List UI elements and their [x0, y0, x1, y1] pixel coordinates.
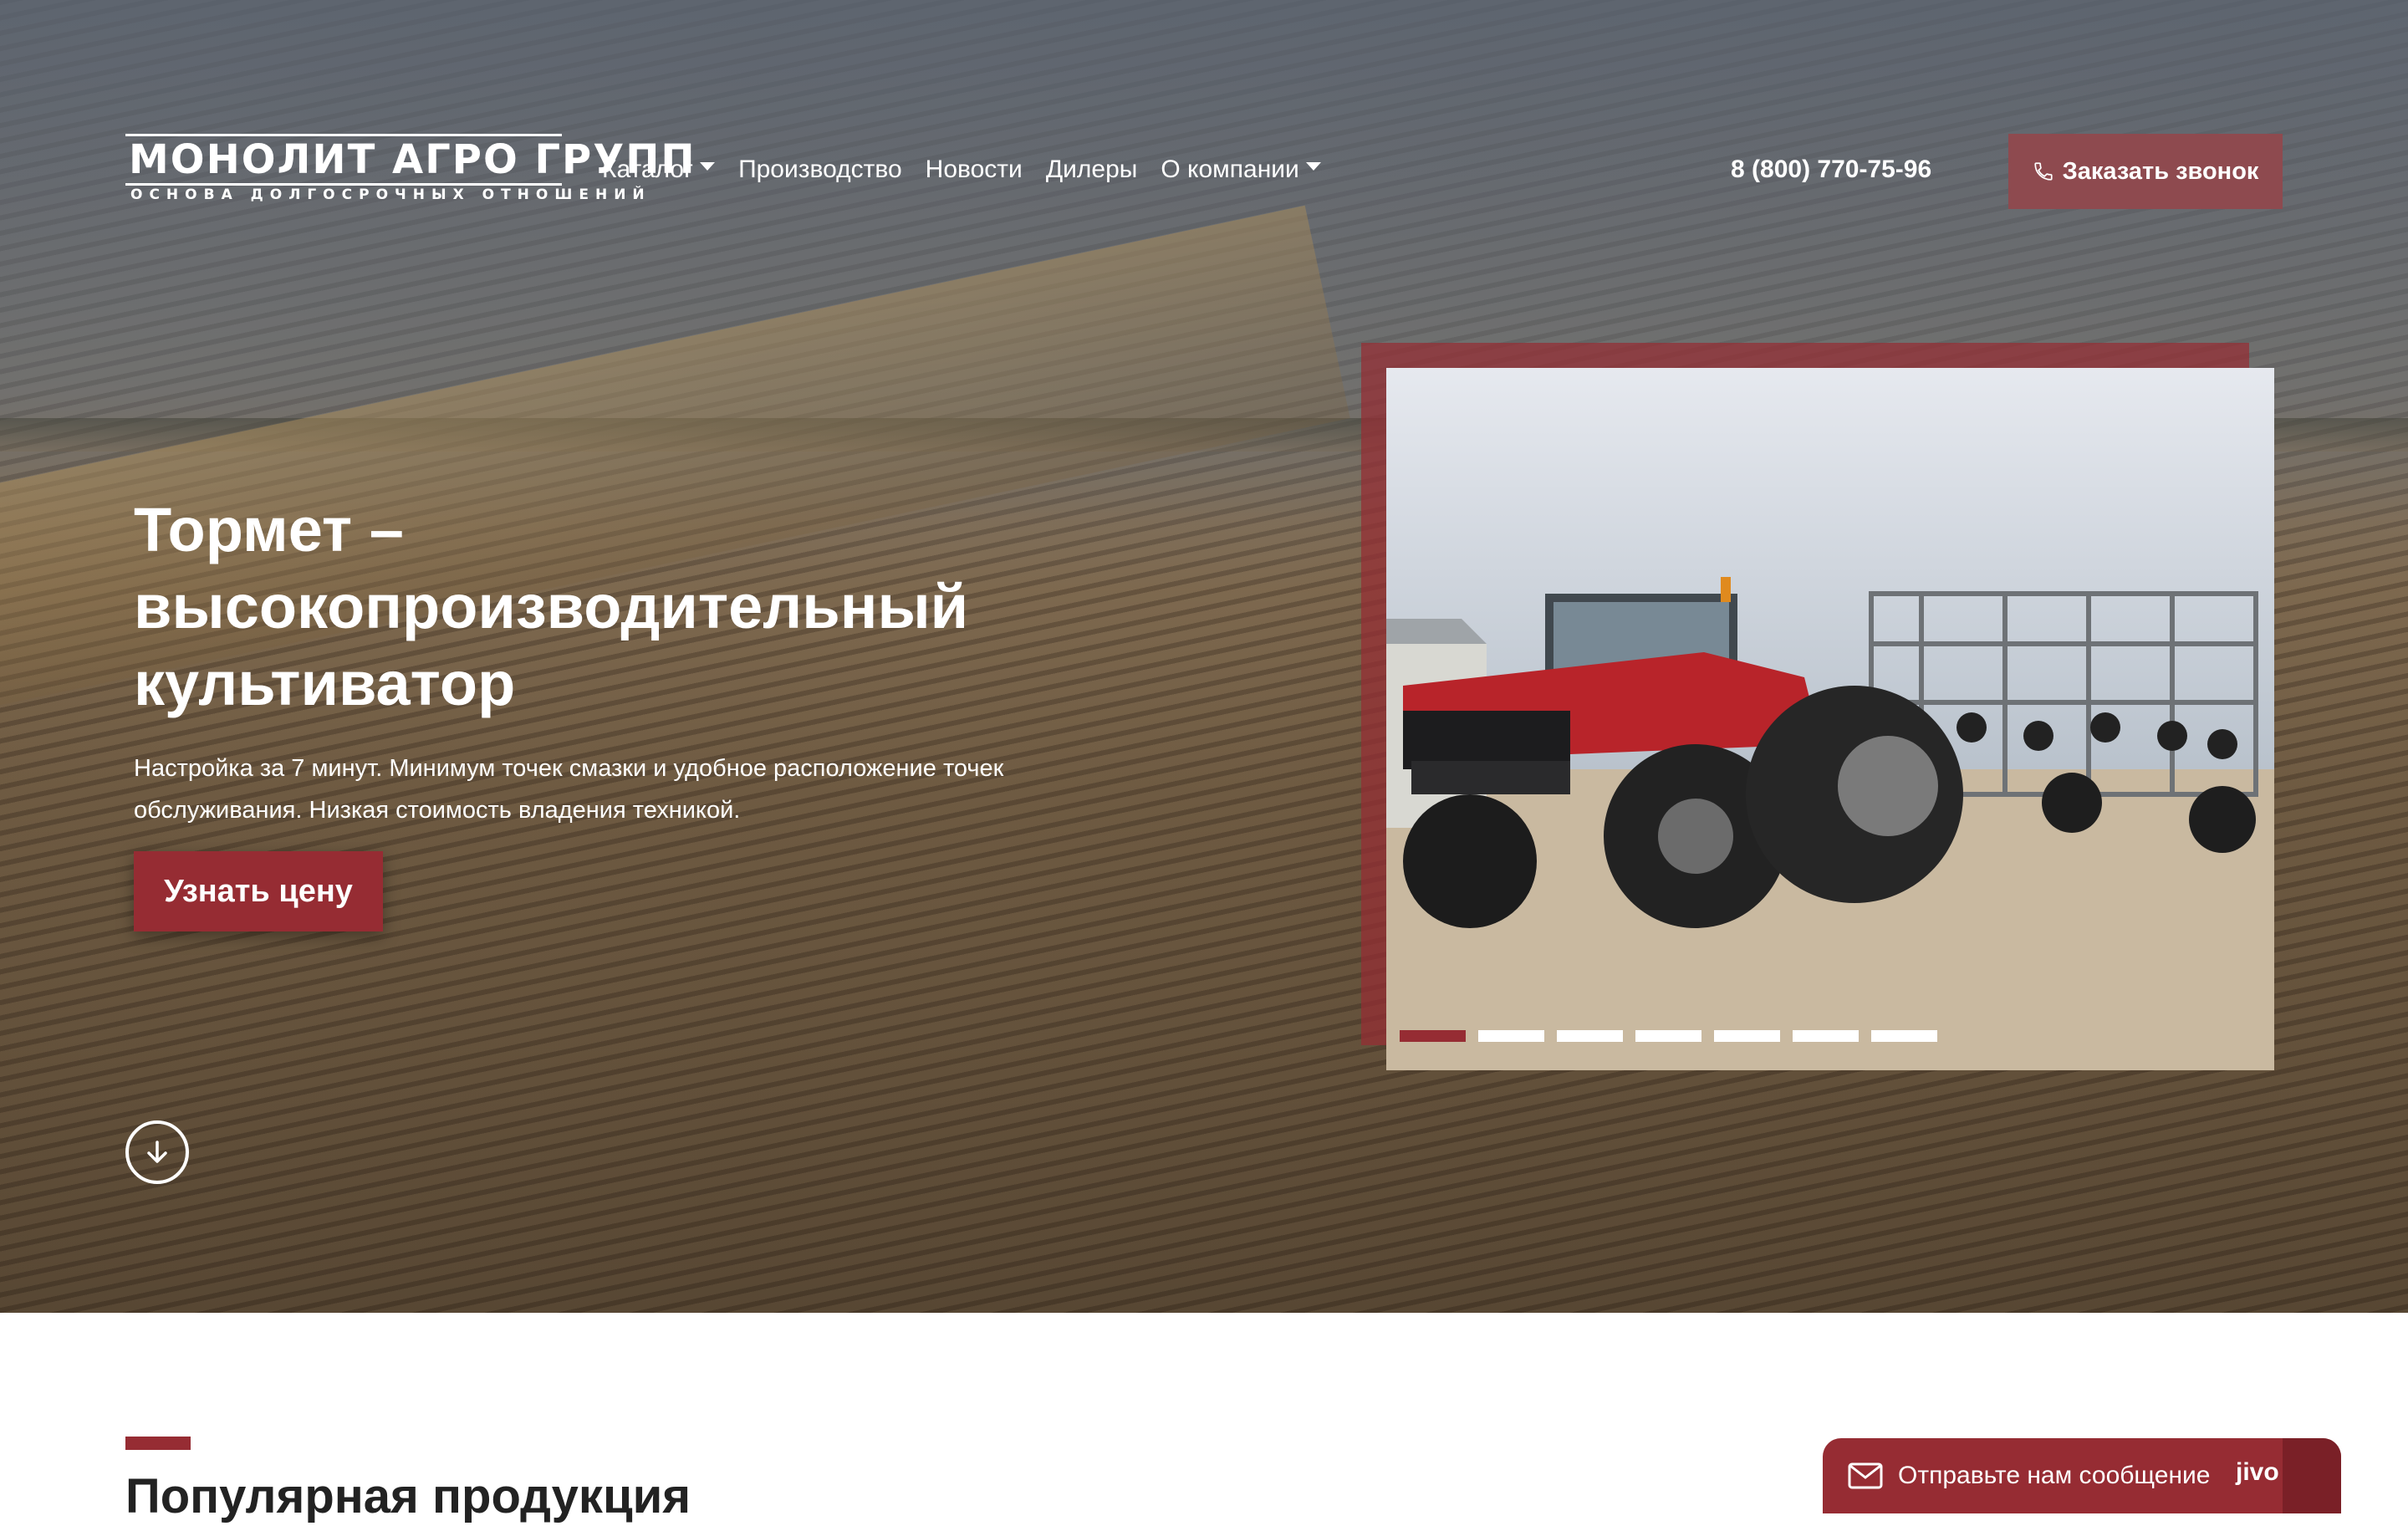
phone-link[interactable]: 8 (800) 770-75-96 [1731, 151, 1931, 189]
slider-image[interactable] [1386, 368, 2274, 1070]
get-price-button[interactable]: Узнать цену [134, 851, 383, 931]
logo[interactable]: МОНОЛИТ АГРО ГРУПП ОСНОВА ДОЛГОСРОЧНЫХ О… [125, 134, 695, 206]
main-nav: Каталог Производство Новости Дилеры О ко… [602, 151, 1333, 189]
section-accent-bar [125, 1437, 191, 1450]
nav-item-label: О компании [1161, 156, 1299, 183]
section-title: Популярная продукция [125, 1469, 691, 1523]
phone-icon [2033, 162, 2053, 181]
nav-item-dealers[interactable]: Дилеры [1034, 151, 1150, 189]
logo-tagline: ОСНОВА ДОЛГОСРОЧНЫХ ОТНОШЕНИЙ [130, 186, 651, 203]
envelope-icon [1848, 1462, 1883, 1489]
callback-button-label: Заказать звонок [2062, 157, 2259, 185]
tractor-cultivator-photo [1386, 368, 2274, 1070]
scroll-down-button[interactable] [125, 1120, 189, 1184]
nav-item-label: Каталог [602, 156, 694, 183]
slider-dot[interactable] [1714, 1030, 1780, 1042]
hero-title: Тормет – высокопроизводительный культива… [134, 495, 969, 718]
chat-widget-corner [2283, 1438, 2341, 1513]
caret-down-icon [1305, 162, 1321, 171]
chat-brand-logo: jivo [2236, 1458, 2279, 1486]
logo-main-text: МОНОЛИТ АГРО ГРУПП [125, 134, 695, 186]
arrow-down-circle-icon [147, 1141, 167, 1163]
nav-item-news[interactable]: Новости [914, 151, 1034, 189]
hero-description: Настройка за 7 минут. Минимум точек смаз… [134, 755, 1004, 824]
slider-dot[interactable] [1478, 1030, 1544, 1042]
nav-item-catalog[interactable]: Каталог [602, 151, 727, 189]
slider-dot[interactable] [1793, 1030, 1859, 1042]
slider-dot[interactable] [1557, 1030, 1623, 1042]
nav-item-label: Новости [925, 156, 1023, 183]
chat-widget[interactable]: Отправьте нам сообщение jivo [1823, 1438, 2341, 1513]
nav-item-about[interactable]: О компании [1149, 151, 1332, 189]
slider-pagination [1400, 1030, 1937, 1042]
slider-dot[interactable] [1400, 1030, 1466, 1042]
chat-widget-label: Отправьте нам сообщение [1898, 1462, 2211, 1489]
slider-dot[interactable] [1871, 1030, 1937, 1042]
nav-item-label: Дилеры [1045, 156, 1138, 183]
callback-button[interactable]: Заказать звонок [2008, 134, 2283, 209]
slider-dot[interactable] [1635, 1030, 1701, 1042]
caret-down-icon [700, 162, 716, 171]
nav-item-production[interactable]: Производство [727, 151, 914, 189]
nav-item-label: Производство [738, 156, 902, 183]
